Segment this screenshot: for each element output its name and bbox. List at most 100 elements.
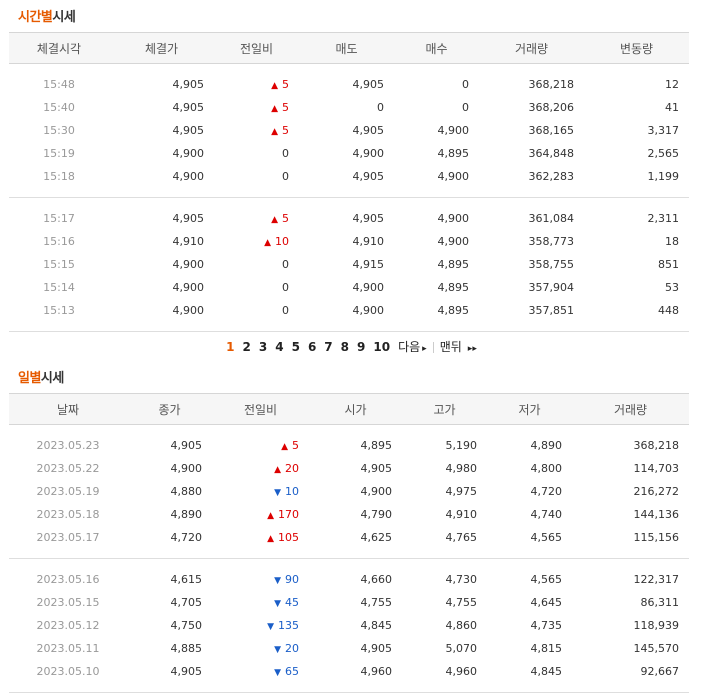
change-amount: 5 <box>282 212 289 225</box>
page-link-10[interactable]: 10 <box>373 340 390 354</box>
date-cell: 2023.05.19 <box>36 485 100 498</box>
down-triangle-icon: ▼ <box>267 622 274 632</box>
change-amount: 0 <box>282 147 289 160</box>
high-cell: 4,765 <box>445 531 478 544</box>
change-value: ▼ 135 <box>267 619 299 632</box>
close-cell: 4,720 <box>170 531 203 544</box>
row-spacer <box>9 549 689 559</box>
open-cell: 4,790 <box>360 508 393 521</box>
spacer-cell <box>9 64 689 74</box>
col-header: 시가 <box>309 393 402 425</box>
page-link-3[interactable]: 3 <box>259 340 267 354</box>
page-link-2[interactable]: 2 <box>243 340 251 354</box>
change-cell: ▲ 10 <box>214 230 299 253</box>
open-cell: 4,625 <box>360 531 393 544</box>
bid-cell: 4,900 <box>437 235 470 248</box>
page-link-9[interactable]: 9 <box>357 340 365 354</box>
change-cell: ▲ 5 <box>214 73 299 96</box>
bid-cell: 0 <box>462 101 469 114</box>
up-triangle-icon: ▲ <box>271 127 278 137</box>
change-volume-cell: 2,311 <box>647 212 680 225</box>
change-cell: ▲ 105 <box>212 526 309 549</box>
ask-cell: 4,905 <box>352 124 385 137</box>
change-value: ▲ 5 <box>271 124 289 137</box>
date-cell: 2023.05.17 <box>36 531 100 544</box>
price-cell: 4,905 <box>172 101 205 114</box>
open-cell: 4,905 <box>360 462 393 475</box>
low-cell: 4,845 <box>530 665 563 678</box>
change-value: ▼ 10 <box>274 485 299 498</box>
up-triangle-icon: ▲ <box>271 81 278 91</box>
change-value: ▼ 90 <box>274 573 299 586</box>
low-cell: 4,815 <box>530 642 563 655</box>
change-volume-cell: 41 <box>665 101 679 114</box>
next-page-link[interactable]: 다음 ▸ <box>398 338 427 355</box>
up-triangle-icon: ▲ <box>271 215 278 225</box>
open-cell: 4,660 <box>360 573 393 586</box>
change-value: ▼ 65 <box>274 665 299 678</box>
time-cell: 15:17 <box>43 212 75 225</box>
col-header: 고가 <box>402 393 487 425</box>
high-cell: 4,980 <box>445 462 478 475</box>
price-cell: 4,900 <box>172 147 205 160</box>
row-spacer <box>9 188 689 198</box>
volume-cell: 115,156 <box>633 531 680 544</box>
change-value: ▲ 170 <box>267 508 299 521</box>
open-cell: 4,960 <box>360 665 393 678</box>
col-header: 체결시각 <box>9 32 109 64</box>
low-cell: 4,740 <box>530 508 563 521</box>
low-cell: 4,800 <box>530 462 563 475</box>
date-cell: 2023.05.22 <box>36 462 100 475</box>
page-link-1[interactable]: 1 <box>226 340 234 354</box>
page-link-5[interactable]: 5 <box>292 340 300 354</box>
down-triangle-icon: ▼ <box>274 668 281 678</box>
change-volume-cell: 12 <box>665 78 679 91</box>
time-cell: 15:14 <box>43 281 75 294</box>
change-volume-cell: 1,199 <box>647 170 680 183</box>
pager-divider <box>432 342 434 353</box>
page-link-7[interactable]: 7 <box>324 340 332 354</box>
high-cell: 4,975 <box>445 485 478 498</box>
last-page-link[interactable]: 맨뒤 ▸▸ <box>440 338 477 355</box>
change-cell: ▼ 65 <box>212 660 309 683</box>
col-header: 체결가 <box>109 32 214 64</box>
up-triangle-icon: ▲ <box>267 534 274 544</box>
row-spacer <box>9 322 689 332</box>
close-cell: 4,905 <box>170 665 203 678</box>
spacer-cell <box>9 322 689 332</box>
col-header: 변동량 <box>584 32 689 64</box>
table-row: 2023.05.10 4,905 ▼ 65 4,960 4,960 4,845 92,667 <box>9 660 689 683</box>
volume-cell: 368,218 <box>528 78 575 91</box>
close-cell: 4,705 <box>170 596 203 609</box>
volume-cell: 86,311 <box>640 596 680 609</box>
volume-cell: 144,136 <box>633 508 680 521</box>
open-cell: 4,755 <box>360 596 393 609</box>
date-cell: 2023.05.11 <box>36 642 100 655</box>
change-cell: 0 <box>214 253 299 276</box>
change-amount: 5 <box>292 439 299 452</box>
low-cell: 4,645 <box>530 596 563 609</box>
price-cell: 4,905 <box>172 124 205 137</box>
down-triangle-icon: ▼ <box>274 488 281 498</box>
up-triangle-icon: ▲ <box>264 238 271 248</box>
down-triangle-icon: ▼ <box>274 576 281 586</box>
change-volume-cell: 53 <box>665 281 679 294</box>
high-cell: 4,755 <box>445 596 478 609</box>
volume-cell: 114,703 <box>633 462 680 475</box>
change-amount: 5 <box>282 101 289 114</box>
change-cell: ▼ 45 <box>212 591 309 614</box>
page-link-6[interactable]: 6 <box>308 340 316 354</box>
change-value: ▲ 5 <box>271 212 289 225</box>
double-arrow-right-icon: ▸▸ <box>467 344 477 354</box>
page-link-4[interactable]: 4 <box>275 340 283 354</box>
col-header: 매도 <box>299 32 394 64</box>
date-cell: 2023.05.16 <box>36 573 100 586</box>
table-row: 2023.05.15 4,705 ▼ 45 4,755 4,755 4,645 86,311 <box>9 591 689 614</box>
arrow-right-icon: ▸ <box>422 344 427 354</box>
col-header: 전일비 <box>212 393 309 425</box>
time-cell: 15:30 <box>43 124 75 137</box>
change-volume-cell: 18 <box>665 235 679 248</box>
volume-cell: 358,755 <box>528 258 575 271</box>
page-link-8[interactable]: 8 <box>341 340 349 354</box>
close-cell: 4,905 <box>170 439 203 452</box>
